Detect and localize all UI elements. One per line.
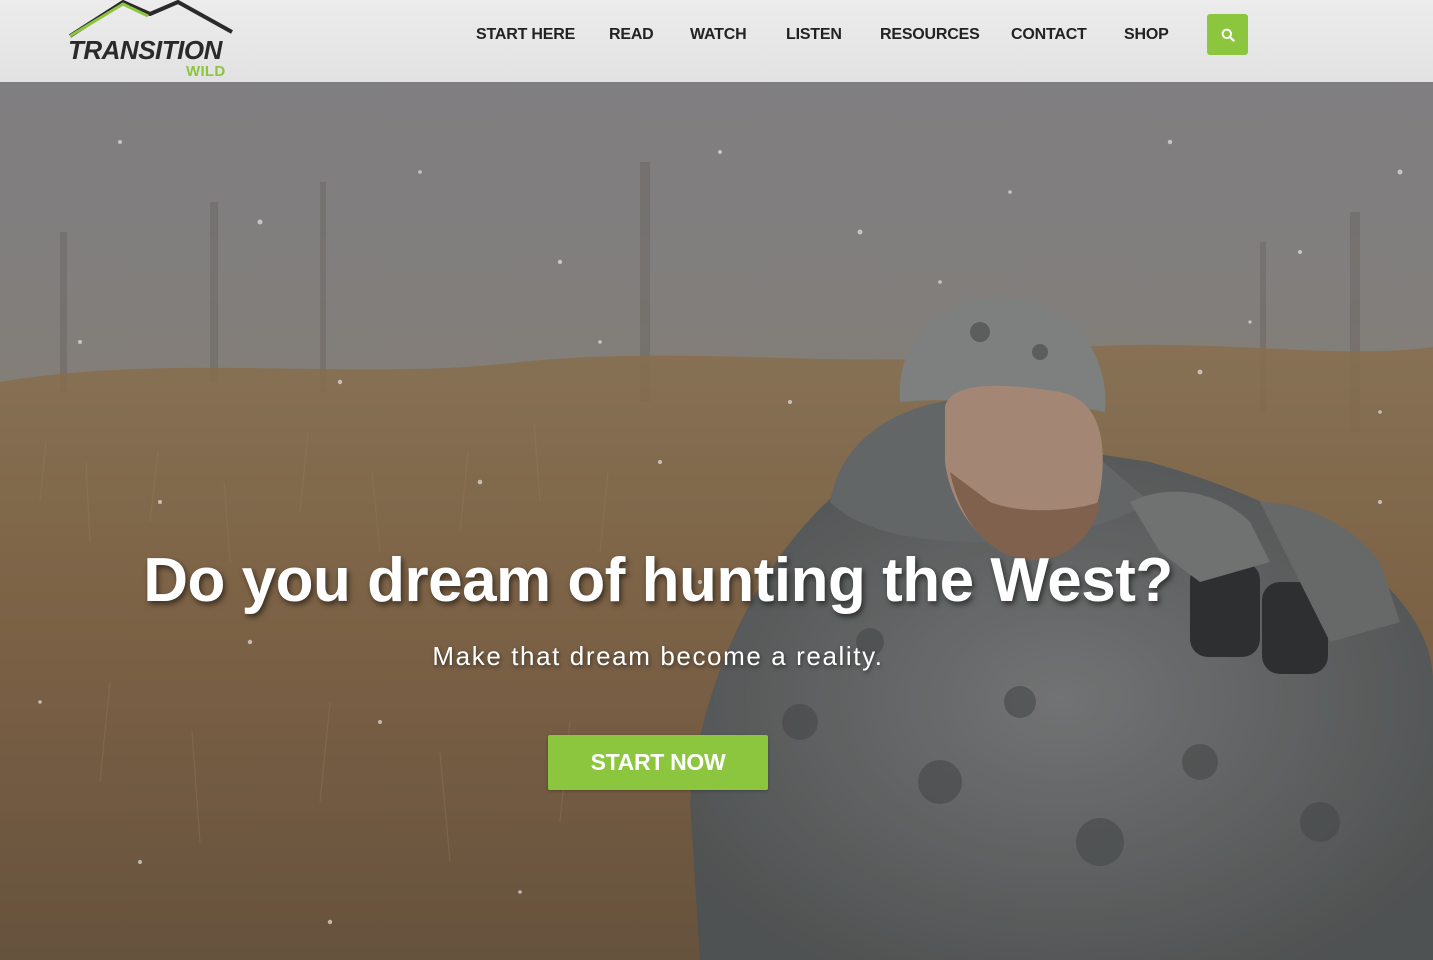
- nav-item-read[interactable]: READ: [609, 26, 654, 44]
- hero-overlay: [0, 82, 1433, 960]
- nav-item-contact[interactable]: CONTACT: [1011, 26, 1087, 44]
- start-now-button[interactable]: START NOW: [548, 735, 768, 790]
- site-header: TRANSITION WILD START HERE READ WATCH LI…: [0, 0, 1433, 82]
- nav-item-watch[interactable]: WATCH: [690, 26, 747, 44]
- hero-headline: Do you dream of hunting the West?: [143, 546, 1173, 615]
- nav-item-listen[interactable]: LISTEN: [786, 26, 842, 44]
- page: TRANSITION WILD START HERE READ WATCH LI…: [0, 0, 1433, 960]
- nav-item-resources[interactable]: RESOURCES: [880, 26, 980, 44]
- nav-item-start-here[interactable]: START HERE: [476, 26, 575, 44]
- search-icon: [1221, 28, 1235, 42]
- nav-item-shop[interactable]: SHOP: [1124, 26, 1169, 44]
- hero-subheadline: Make that dream become a reality.: [432, 641, 884, 671]
- hero-section: Do you dream of hunting the West? Make t…: [0, 82, 1433, 960]
- search-button[interactable]: [1207, 14, 1248, 55]
